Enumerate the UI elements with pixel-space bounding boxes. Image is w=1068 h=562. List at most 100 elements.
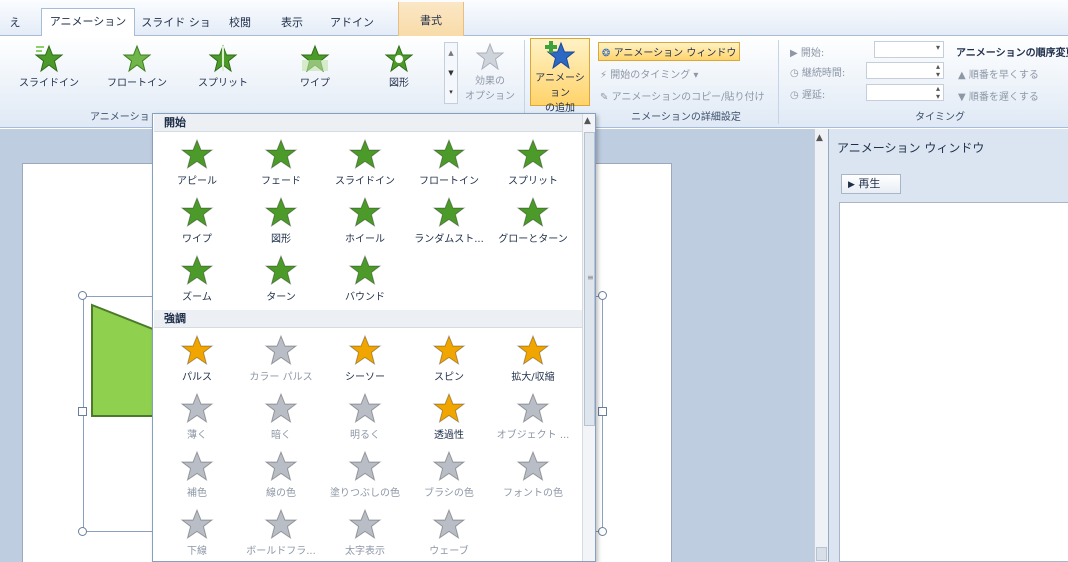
bold-reveal-star-icon: [348, 508, 382, 540]
gallery-item[interactable]: フォントの色: [491, 446, 575, 502]
gallery-item[interactable]: ブラシの色: [407, 446, 491, 502]
gallery-item-label: 塗りつぶしの色: [329, 488, 401, 499]
gallery-item[interactable]: グローとターン: [491, 192, 575, 248]
tab-partial[interactable]: え: [4, 10, 26, 36]
gallery-item-label: ホイール: [345, 234, 385, 245]
add-animation-label-1: アニメーション: [535, 73, 585, 99]
gallery-item[interactable]: ズーム: [155, 250, 239, 306]
scroll-up-icon[interactable]: ▲: [584, 116, 591, 126]
ribbon-gallery-float-in[interactable]: フロートイン: [102, 44, 172, 89]
gallery-item[interactable]: 塗りつぶしの色: [323, 446, 407, 502]
delay-input[interactable]: ▴ ▾: [866, 84, 944, 101]
brush-icon: ✎: [600, 92, 609, 103]
animation-painter-button[interactable]: ✎ アニメーションのコピー/貼り付け: [600, 88, 765, 103]
resize-handle-bottom-right[interactable]: [598, 527, 607, 536]
delay-label-row: ◷ 遅延:: [790, 86, 825, 101]
gallery-item[interactable]: フェード: [239, 134, 323, 190]
gallery-item[interactable]: ワイプ: [155, 192, 239, 248]
pulse-star-icon: [180, 334, 214, 366]
gallery-item[interactable]: 線の色: [239, 446, 323, 502]
gallery-item[interactable]: シーソー: [323, 330, 407, 386]
gallery-item[interactable]: 下線: [155, 504, 239, 560]
gallery-item[interactable]: 明るく: [323, 388, 407, 444]
tab-format[interactable]: 書式: [398, 2, 464, 36]
effect-options-label-1: 効果の: [475, 76, 505, 87]
gallery-scroll-down-icon[interactable]: ▼: [445, 63, 457, 83]
gallery-item[interactable]: スプリット: [491, 134, 575, 190]
start-label-row: ▶ 開始:: [790, 44, 824, 59]
effect-options-button[interactable]: 効果の オプション: [462, 42, 518, 102]
start-timing-button[interactable]: ⚡ 開始のタイミング ▾: [600, 66, 698, 81]
duration-label: 継続時間:: [801, 68, 846, 79]
gallery-item-label: フロートイン: [419, 176, 479, 187]
gallery-item[interactable]: スピン: [407, 330, 491, 386]
resize-handle-top-right[interactable]: [598, 291, 607, 300]
resize-handle-right[interactable]: [598, 407, 607, 416]
gallery-item[interactable]: オブジェクト ...: [491, 388, 575, 444]
gallery-item[interactable]: 太字表示: [323, 504, 407, 560]
move-later-button[interactable]: ▼ 順番を遅くする: [958, 88, 1039, 103]
scrollbar-thumb[interactable]: [816, 547, 827, 561]
gallery-item[interactable]: ウェーブ: [407, 504, 491, 560]
gallery-item[interactable]: ボールドフラ...: [239, 504, 323, 560]
resize-handle-top-left[interactable]: [78, 291, 87, 300]
spinner-icon[interactable]: ▴ ▾: [936, 63, 940, 79]
gallery-item[interactable]: ターン: [239, 250, 323, 306]
animation-window-button[interactable]: ❂ アニメーション ウィンドウ: [598, 42, 741, 61]
gallery-item-label: グローとターン: [498, 234, 568, 245]
add-animation-button[interactable]: アニメーション の追加: [530, 38, 590, 114]
gallery-item[interactable]: フロートイン: [407, 134, 491, 190]
gallery-scrollbar[interactable]: ▲ ≡: [582, 114, 595, 561]
wave-star-icon: [432, 508, 466, 540]
gallery-item[interactable]: ランダムスト...: [407, 192, 491, 248]
animation-list[interactable]: [839, 202, 1068, 562]
spinner-icon[interactable]: ▴ ▾: [936, 85, 940, 101]
gallery-item[interactable]: パルス: [155, 330, 239, 386]
tab-slideshow[interactable]: スライド ショー: [138, 10, 214, 55]
play-button[interactable]: ▶ 再生: [841, 174, 901, 194]
resize-handle-bottom-left[interactable]: [78, 527, 87, 536]
gallery-item[interactable]: ホイール: [323, 192, 407, 248]
lightning-icon: ⚡: [600, 70, 608, 81]
gallery-item[interactable]: 透過性: [407, 388, 491, 444]
gallery-expand-icon[interactable]: ▾: [445, 83, 457, 101]
gallery-item[interactable]: 拡大/収縮: [491, 330, 575, 386]
ribbon-gallery-fly-in[interactable]: スライドイン: [14, 44, 84, 89]
fly-in-star-icon: [34, 44, 64, 73]
tab-view[interactable]: 表示: [270, 10, 314, 36]
tab-addins[interactable]: アドイン: [322, 10, 382, 36]
gallery-item[interactable]: スライドイン: [323, 134, 407, 190]
gallery-item-label: スピン: [434, 372, 464, 383]
start-select[interactable]: ▾: [874, 41, 944, 58]
ribbon-gallery-split[interactable]: スプリット: [188, 44, 258, 89]
scroll-up-icon[interactable]: ▲: [816, 133, 823, 143]
duration-input[interactable]: ▴ ▾: [866, 62, 944, 79]
gallery-item[interactable]: アピール: [155, 134, 239, 190]
gallery-item-label: バウンド: [345, 292, 385, 303]
workspace-scrollbar[interactable]: ▲: [814, 129, 828, 562]
ribbon-gallery-label: フロートイン: [107, 78, 167, 89]
gallery-item[interactable]: 補色: [155, 446, 239, 502]
wheel-star-icon: [348, 196, 382, 228]
start-label: 開始:: [800, 48, 825, 59]
tab-animations[interactable]: アニメーション: [41, 8, 135, 37]
tab-review[interactable]: 校閲: [218, 10, 262, 36]
ribbon-gallery-shape[interactable]: 図形: [364, 44, 434, 89]
resize-handle-left[interactable]: [78, 407, 87, 416]
wipe-star-icon: [300, 44, 330, 73]
desaturate-star-icon: [180, 392, 214, 424]
move-earlier-button[interactable]: ▲ 順番を早くする: [958, 66, 1039, 81]
bold-flash-star-icon: [264, 508, 298, 540]
gallery-item[interactable]: カラー パルス: [239, 330, 323, 386]
split-star-icon: [208, 44, 238, 73]
gallery-scroll-up-icon[interactable]: ▲: [445, 43, 457, 63]
scrollbar-thumb[interactable]: ≡: [584, 132, 595, 426]
ribbon-gallery-scroller[interactable]: ▲ ▼ ▾: [444, 42, 458, 104]
gallery-item[interactable]: バウンド: [323, 250, 407, 306]
gallery-item[interactable]: 暗く: [239, 388, 323, 444]
ribbon-gallery-wipe[interactable]: ワイプ: [280, 44, 350, 89]
gallery-item[interactable]: 図形: [239, 192, 323, 248]
gallery-item[interactable]: 薄く: [155, 388, 239, 444]
gallery-item-label: 太字表示: [345, 546, 385, 557]
animation-window-label: アニメーション ウィンドウ: [613, 48, 737, 59]
